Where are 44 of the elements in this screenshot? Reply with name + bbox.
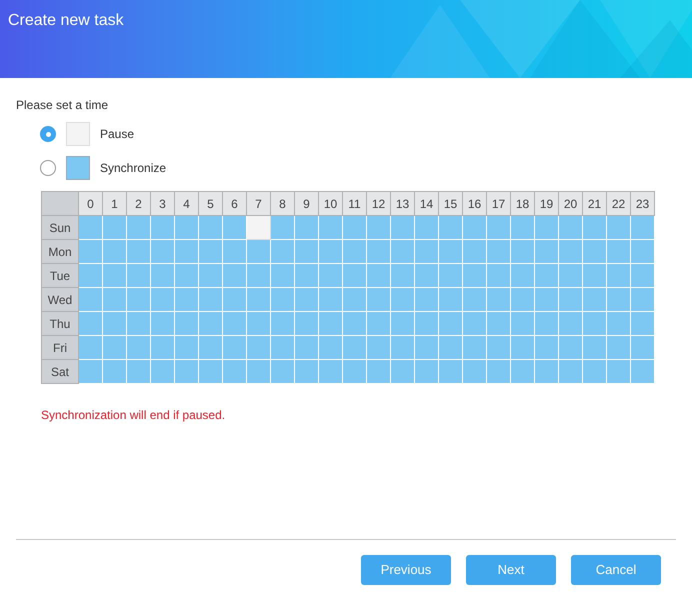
hour-header: 14 bbox=[415, 192, 439, 216]
dialog-button[interactable]: Next bbox=[466, 555, 556, 585]
day-header: Fri bbox=[42, 336, 79, 360]
day-header: Mon bbox=[42, 240, 79, 264]
hour-header: 6 bbox=[223, 192, 247, 216]
dialog-button[interactable]: Cancel bbox=[571, 555, 661, 585]
hour-header: 20 bbox=[559, 192, 583, 216]
hour-header: 1 bbox=[103, 192, 127, 216]
window-title: Create new task bbox=[8, 11, 124, 31]
hour-header: 9 bbox=[295, 192, 319, 216]
hour-header: 13 bbox=[391, 192, 415, 216]
dialog-button[interactable]: Previous bbox=[361, 555, 451, 585]
hour-header: 16 bbox=[463, 192, 487, 216]
day-header: Sun bbox=[42, 216, 79, 240]
hour-header: 3 bbox=[151, 192, 175, 216]
hour-header: 17 bbox=[487, 192, 511, 216]
legend-label: Pause bbox=[100, 126, 134, 143]
hour-header: 12 bbox=[367, 192, 391, 216]
hour-header: 19 bbox=[535, 192, 559, 216]
hour-header: 11 bbox=[343, 192, 367, 216]
day-header: Thu bbox=[42, 312, 79, 336]
hour-header: 23 bbox=[631, 192, 655, 216]
hour-header: 8 bbox=[271, 192, 295, 216]
prompt-text: Please set a time bbox=[16, 97, 108, 114]
day-header: Tue bbox=[42, 264, 79, 288]
hour-header: 22 bbox=[607, 192, 631, 216]
day-header: Wed bbox=[42, 288, 79, 312]
legend-swatch bbox=[66, 122, 90, 146]
day-header: Sat bbox=[42, 360, 79, 384]
hour-header: 7 bbox=[247, 192, 271, 216]
hour-header: 15 bbox=[439, 192, 463, 216]
hour-header: 18 bbox=[511, 192, 535, 216]
radio-button[interactable] bbox=[40, 160, 56, 176]
hour-header: 10 bbox=[319, 192, 343, 216]
radio-button[interactable] bbox=[40, 126, 56, 142]
hour-header: 2 bbox=[127, 192, 151, 216]
hour-header: 4 bbox=[175, 192, 199, 216]
hour-header: 21 bbox=[583, 192, 607, 216]
hour-header: 0 bbox=[79, 192, 103, 216]
legend-label: Synchronize bbox=[100, 160, 166, 177]
legend-swatch bbox=[66, 156, 90, 180]
hour-header: 5 bbox=[199, 192, 223, 216]
warning-text: Synchronization will end if paused. bbox=[41, 407, 226, 424]
schedule-cell[interactable] bbox=[247, 216, 271, 240]
